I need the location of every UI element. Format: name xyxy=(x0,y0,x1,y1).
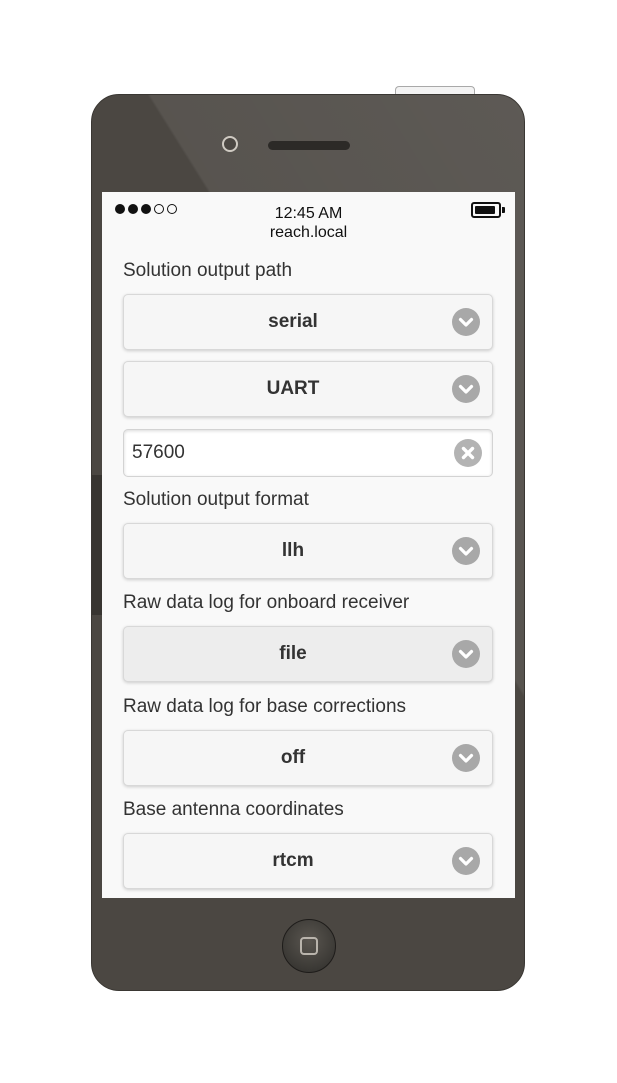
raw-log-onboard-label: Raw data log for onboard receiver xyxy=(123,592,410,613)
raw-log-onboard-select[interactable]: file xyxy=(123,626,493,682)
raw-log-onboard-value: file xyxy=(279,643,307,664)
battery-icon xyxy=(471,202,501,218)
phone-edge-shade xyxy=(92,475,102,615)
home-button-icon xyxy=(300,937,318,955)
base-antenna-value: rtcm xyxy=(272,850,314,871)
solution-output-path-label: Solution output path xyxy=(123,260,293,281)
output-path-type-select[interactable]: serial xyxy=(123,294,493,350)
speaker-grille xyxy=(268,141,350,150)
output-port-value: UART xyxy=(266,378,320,399)
solution-output-format-label: Solution output format xyxy=(123,489,309,510)
raw-log-base-value: off xyxy=(280,747,306,768)
battery-tip xyxy=(502,207,505,213)
raw-log-base-select[interactable]: off xyxy=(123,730,493,786)
chevron-down-icon xyxy=(452,308,480,336)
home-button[interactable] xyxy=(282,919,336,973)
output-format-value: llh xyxy=(281,540,305,561)
baud-rate-input[interactable] xyxy=(132,430,442,476)
status-time: 12:45 AM xyxy=(274,205,343,222)
chevron-down-icon xyxy=(452,847,480,875)
base-antenna-select[interactable]: rtcm xyxy=(123,833,493,889)
base-antenna-label: Base antenna coordinates xyxy=(123,799,344,820)
chevron-down-icon xyxy=(452,640,480,668)
chevron-down-icon xyxy=(452,744,480,772)
phone-screen: 12:45 AM reach.local Solution output pat… xyxy=(102,192,515,898)
clear-icon[interactable] xyxy=(454,439,482,467)
status-bar: 12:45 AM reach.local xyxy=(102,192,515,248)
raw-log-base-label: Raw data log for base corrections xyxy=(123,696,407,717)
baud-rate-field xyxy=(123,429,493,477)
output-path-type-value: serial xyxy=(268,311,318,332)
chevron-down-icon xyxy=(452,537,480,565)
output-port-select[interactable]: UART xyxy=(123,361,493,417)
battery-level xyxy=(475,206,495,214)
chevron-down-icon xyxy=(452,375,480,403)
camera-icon xyxy=(222,136,238,152)
output-format-select[interactable]: llh xyxy=(123,523,493,579)
page-host: reach.local xyxy=(269,224,348,241)
